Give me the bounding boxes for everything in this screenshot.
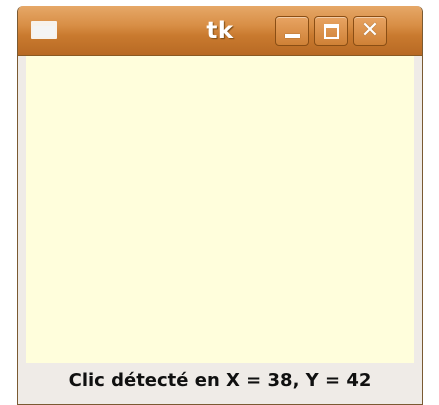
maximize-button[interactable]	[314, 16, 348, 46]
app-window: tk ✕ Clic détecté en X = 38, Y = 42	[17, 6, 423, 405]
maximize-icon	[324, 24, 339, 39]
click-coordinates-label: Clic détecté en X = 38, Y = 42	[68, 370, 372, 391]
minimize-button[interactable]	[275, 16, 309, 46]
status-bar: Clic détecté en X = 38, Y = 42	[18, 363, 422, 404]
drawing-canvas[interactable]	[26, 56, 414, 363]
close-icon: ✕	[360, 18, 380, 43]
title-bar[interactable]: tk ✕	[18, 6, 422, 56]
close-button[interactable]: ✕	[353, 16, 387, 46]
minimize-icon	[285, 34, 300, 38]
